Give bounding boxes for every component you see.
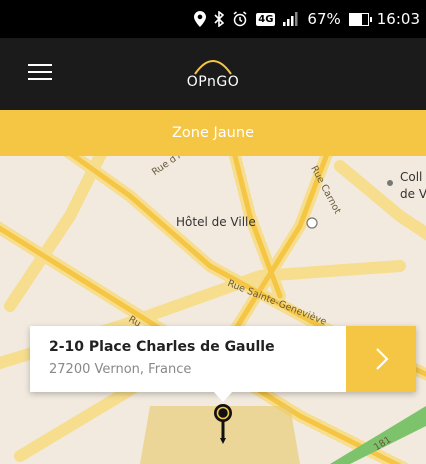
address-street: 2-10 Place Charles de Gaulle — [49, 339, 275, 355]
address-card[interactable]: 2-10 Place Charles de Gaulle 27200 Verno… — [30, 326, 416, 392]
clock: 16:03 — [376, 10, 420, 28]
next-button[interactable] — [346, 326, 416, 392]
chevron-right-icon — [376, 348, 389, 370]
location-icon — [194, 11, 207, 27]
alarm-icon — [232, 11, 248, 27]
map-place-coll: Coll — [400, 170, 423, 184]
app-bar: OPnGO — [0, 38, 426, 110]
map-place-de-v: de V — [400, 187, 426, 201]
network-type-badge: 4G — [256, 12, 276, 26]
map-pin-icon[interactable] — [212, 402, 234, 446]
battery-icon — [348, 12, 372, 26]
status-bar: 4G 67% 16:03 — [0, 0, 426, 38]
zone-banner: Zone Jaune — [0, 110, 426, 156]
signal-icon — [283, 12, 299, 26]
app-logo: OPnGO — [183, 52, 243, 96]
address-city: 27200 Vernon, France — [49, 362, 192, 377]
logo-text: OPnGO — [186, 74, 240, 90]
menu-icon[interactable] — [28, 64, 52, 84]
card-pointer — [213, 391, 233, 402]
map-place-hotel-de-ville: Hôtel de Ville — [176, 215, 256, 229]
zone-label: Zone Jaune — [172, 125, 254, 141]
battery-percent: 67% — [307, 10, 341, 28]
bluetooth-icon — [214, 11, 225, 27]
